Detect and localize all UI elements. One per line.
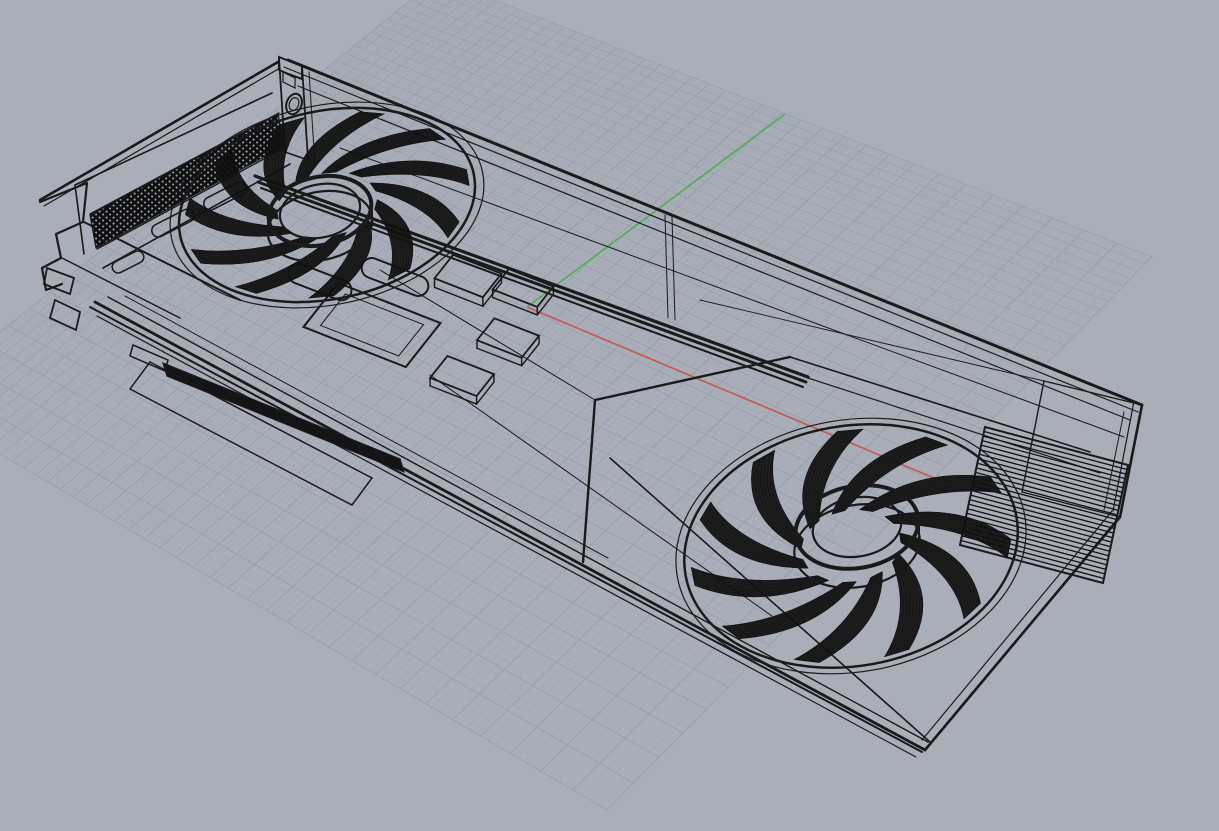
cad-viewport[interactable]: [0, 0, 1219, 831]
viewport-canvas: [0, 0, 1219, 831]
